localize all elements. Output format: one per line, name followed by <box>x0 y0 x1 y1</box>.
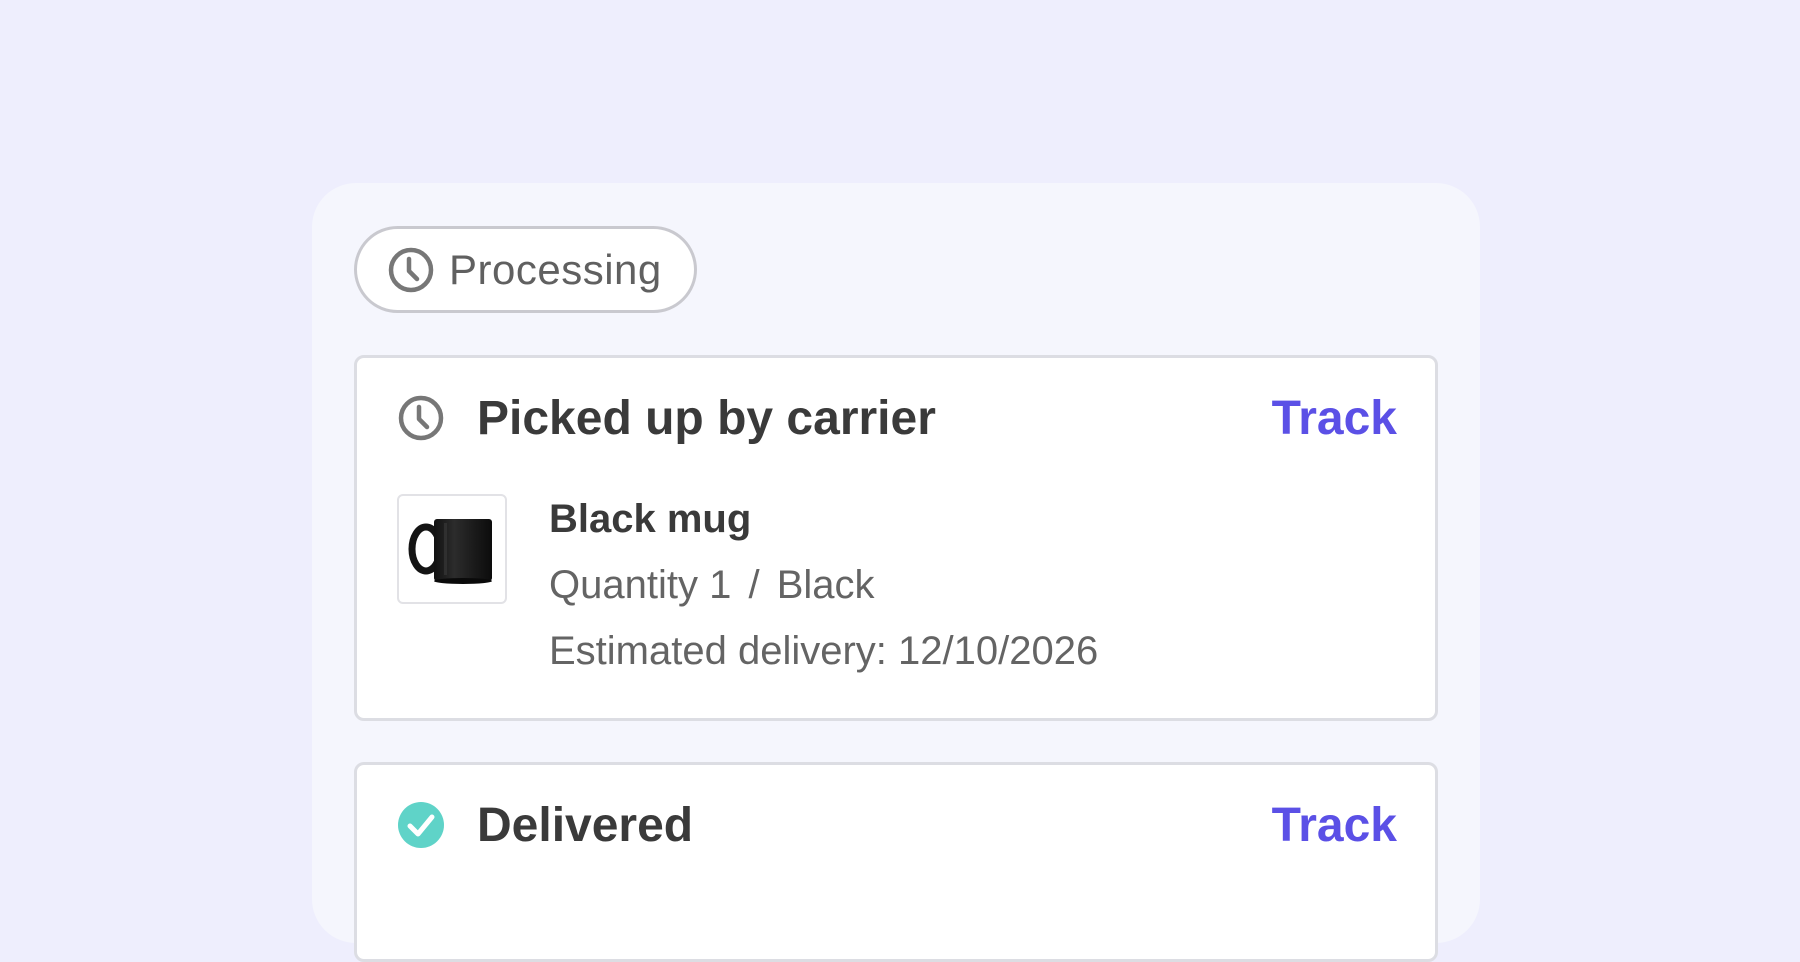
product-name: Black mug <box>549 497 752 541</box>
variant-separator: / <box>748 563 760 607</box>
product-thumbnail[interactable] <box>397 494 507 604</box>
line-item: Black mug Quantity 1 / Black Estimated d… <box>397 494 1098 674</box>
shipment-header: Picked up by carrier Track <box>397 386 1397 450</box>
shipment-header: Delivered Track <box>397 793 1397 857</box>
clock-icon <box>387 246 435 294</box>
product-variant: Black <box>776 563 875 607</box>
track-link[interactable]: Track <box>1272 798 1397 853</box>
product-variant-line: Quantity 1 / Black <box>549 562 1098 608</box>
order-status-badge: Processing <box>354 226 697 313</box>
mug-image <box>408 519 492 584</box>
estimated-delivery: Estimated delivery: 12/10/2026 <box>549 628 1098 674</box>
order-status-label: Processing <box>449 245 662 293</box>
track-link[interactable]: Track <box>1272 391 1397 446</box>
shipment-status-title: Delivered <box>477 798 694 852</box>
product-quantity: Quantity 1 <box>549 563 732 607</box>
shipment-status-title: Picked up by carrier <box>477 391 936 445</box>
clock-icon <box>397 394 445 442</box>
estimated-delivery-date: 12/10/2026 <box>898 629 1099 673</box>
order-status-panel: Processing Picked up by carrier Track Bl… <box>312 183 1480 962</box>
shipment-card-delivered: Delivered Track <box>354 762 1438 962</box>
estimated-delivery-label: Estimated delivery: <box>549 629 887 673</box>
check-circle-icon <box>397 801 445 849</box>
shipment-card-picked-up: Picked up by carrier Track Black mug Qua… <box>354 355 1438 721</box>
line-item-details: Black mug Quantity 1 / Black Estimated d… <box>549 496 1098 674</box>
